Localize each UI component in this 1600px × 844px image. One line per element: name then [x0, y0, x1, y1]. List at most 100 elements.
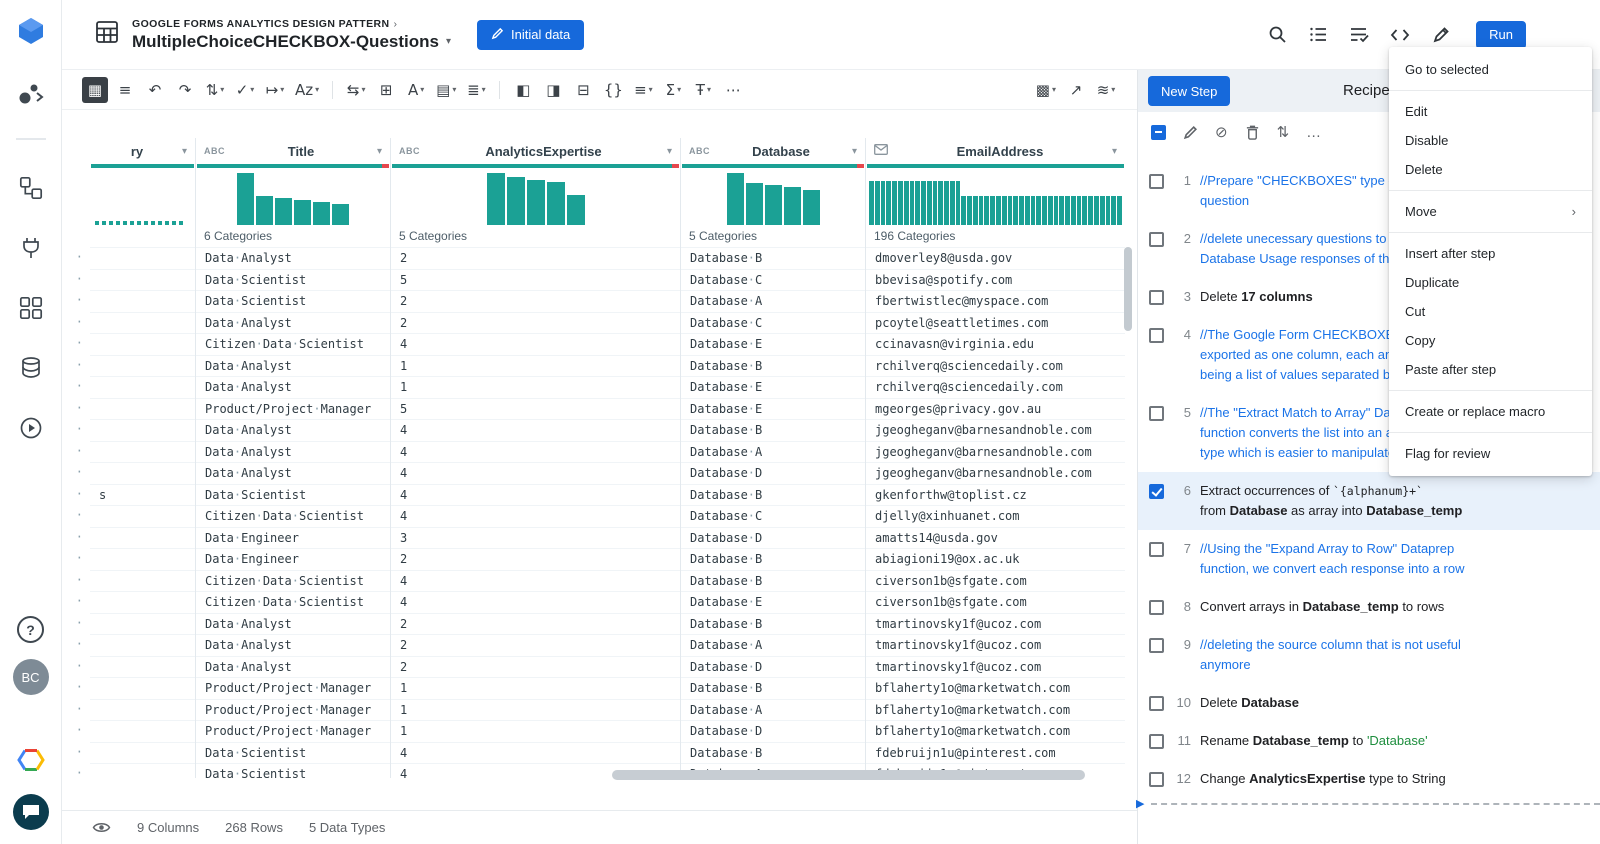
menu-item-cut[interactable]: Cut	[1389, 297, 1592, 326]
grid-cell[interactable]: Product/Project·Manager	[196, 398, 390, 420]
menu-item-flag-for-review[interactable]: Flag for review	[1389, 439, 1592, 468]
menu-item-go-to-selected[interactable]: Go to selected	[1389, 55, 1592, 84]
flow-builder-icon[interactable]	[19, 176, 43, 200]
horizontal-scrollbar-thumb[interactable]	[612, 770, 1085, 780]
grid-cell[interactable]: civerson1b@sfgate.com	[866, 591, 1125, 613]
grid-cell[interactable]: Database·B	[681, 419, 865, 441]
tool-filter[interactable]: ≡▾	[630, 77, 656, 103]
grid-cell[interactable]	[90, 441, 195, 463]
grid-cell[interactable]: 1	[391, 677, 680, 699]
column-menu-chevron-icon[interactable]: ▾	[852, 146, 857, 157]
grid-cell[interactable]: Citizen·Data·Scientist	[196, 591, 390, 613]
grid-cell[interactable]: pcoytel@seattletimes.com	[866, 312, 1125, 334]
step-checkbox[interactable]	[1149, 734, 1164, 749]
step-checkbox[interactable]	[1149, 174, 1164, 189]
grid-cell[interactable]	[90, 247, 195, 269]
grid-cell[interactable]: Data·Analyst	[196, 656, 390, 678]
grid-cell[interactable]: Database·C	[681, 312, 865, 334]
column-histogram[interactable]	[866, 168, 1125, 225]
grid-cell[interactable]	[90, 527, 195, 549]
grid-cell[interactable]	[90, 376, 195, 398]
grid-cell[interactable]: tmartinovsky1f@ucoz.com	[866, 613, 1125, 635]
grid-cell[interactable]: 2	[391, 548, 680, 570]
menu-item-paste-after-step[interactable]: Paste after step	[1389, 355, 1592, 384]
grid-cell[interactable]	[90, 634, 195, 656]
grid-cell[interactable]: rchilverq@sciencedaily.com	[866, 376, 1125, 398]
column-histogram[interactable]	[681, 168, 865, 225]
step-checkbox[interactable]	[1149, 600, 1164, 615]
grid-cell[interactable]: Database·A	[681, 699, 865, 721]
menu-item-disable[interactable]: Disable	[1389, 126, 1592, 155]
title-dropdown-icon[interactable]: ▾	[446, 36, 451, 47]
recipe-check-icon[interactable]	[1348, 24, 1370, 46]
column-header[interactable]: ABCAnalyticsExpertise▾5 Categories	[391, 138, 680, 247]
tool-view-settings[interactable]: ≋▾	[1093, 77, 1119, 103]
grid-cell[interactable]	[90, 720, 195, 742]
grid-cell[interactable]: amatts14@usda.gov	[866, 527, 1125, 549]
grid-cell[interactable]: Citizen·Data·Scientist	[196, 333, 390, 355]
grid-cell[interactable]: Database·E	[681, 398, 865, 420]
grid-cell[interactable]: Database·C	[681, 269, 865, 291]
grid-cell[interactable]: Database·E	[681, 376, 865, 398]
menu-item-move[interactable]: Move›	[1389, 197, 1592, 226]
tool-expand[interactable]: ⊞	[373, 77, 399, 103]
styler-icon[interactable]	[1430, 24, 1452, 46]
grid-cell[interactable]: rchilverq@sciencedaily.com	[866, 355, 1125, 377]
recipe-step-10[interactable]: 10Delete Database	[1138, 684, 1600, 722]
grid-cell[interactable]: Database·B	[681, 613, 865, 635]
step-checkbox[interactable]	[1149, 638, 1164, 653]
breadcrumb[interactable]: GOOGLE FORMS ANALYTICS DESIGN PATTERN›	[132, 18, 451, 30]
column-header[interactable]: ABCTitle▾6 Categories	[196, 138, 390, 247]
grid-cell[interactable]: Data·Analyst	[196, 462, 390, 484]
column-menu-chevron-icon[interactable]: ▾	[1112, 146, 1117, 157]
run-button[interactable]: Run	[1476, 21, 1526, 49]
grid-cell[interactable]: djelly@xinhuanet.com	[866, 505, 1125, 527]
tool-list-view[interactable]: ≡	[112, 77, 138, 103]
jobs-icon[interactable]	[19, 416, 43, 440]
grid-cell[interactable]: bflaherty1o@marketwatch.com	[866, 677, 1125, 699]
grid-cell[interactable]: gkenforthw@toplist.cz	[866, 484, 1125, 506]
grid-cell[interactable]	[90, 312, 195, 334]
tool-pivot[interactable]: Ŧ▾	[690, 77, 716, 103]
tool-redo[interactable]: ↷	[172, 77, 198, 103]
grid-cell[interactable]: Data·Analyst	[196, 355, 390, 377]
grid-cell[interactable]: 1	[391, 699, 680, 721]
grid-cell[interactable]	[90, 570, 195, 592]
grid-cell[interactable]: Data·Analyst	[196, 634, 390, 656]
recipe-step-8[interactable]: 8Convert arrays in Database_temp to rows	[1138, 588, 1600, 626]
menu-item-insert-after-step[interactable]: Insert after step	[1389, 239, 1592, 268]
grid-cell[interactable]: Product/Project·Manager	[196, 677, 390, 699]
tool-more[interactable]: ⋯	[720, 77, 746, 103]
recipe-step-6[interactable]: 6Extract occurrences of `{alphanum}+`fro…	[1138, 472, 1600, 530]
reorder-steps-icon[interactable]: ⇅	[1277, 123, 1290, 141]
recipe-step-9[interactable]: 9//deleting the source column that is no…	[1138, 626, 1600, 684]
tool-dates[interactable]: ▤▾	[433, 77, 459, 103]
grid-cell[interactable]: Data·Engineer	[196, 527, 390, 549]
column-menu-chevron-icon[interactable]: ▾	[182, 146, 187, 157]
column-histogram[interactable]	[196, 168, 390, 225]
menu-item-edit[interactable]: Edit	[1389, 97, 1592, 126]
column-header[interactable]: EmailAddress▾196 Categories	[866, 138, 1125, 247]
tool-split-columns[interactable]: ◧	[510, 77, 536, 103]
grid-cell[interactable]: jgeogheganv@barnesandnoble.com	[866, 462, 1125, 484]
grid-cell[interactable]: 1	[391, 720, 680, 742]
grid-cell[interactable]	[90, 290, 195, 312]
grid-cell[interactable]: s	[90, 484, 195, 506]
tool-join-columns[interactable]: ◨	[540, 77, 566, 103]
grid-cell[interactable]: bbevisa@spotify.com	[866, 269, 1125, 291]
more-actions-icon[interactable]: …	[1306, 124, 1321, 141]
grid-cell[interactable]	[90, 591, 195, 613]
grid-cell[interactable]: Database·C	[681, 505, 865, 527]
tool-highlight[interactable]: ▩▾	[1033, 77, 1059, 103]
grid-cell[interactable]: dmoverley8@usda.gov	[866, 247, 1125, 269]
grid-cell[interactable]	[90, 419, 195, 441]
grid-cell[interactable]	[90, 656, 195, 678]
grid-cell[interactable]	[90, 699, 195, 721]
grid-cell[interactable]: Database·E	[681, 591, 865, 613]
grid-cell[interactable]: 2	[391, 247, 680, 269]
vertical-scrollbar[interactable]	[1124, 247, 1132, 331]
grid-cell[interactable]	[90, 462, 195, 484]
initial-data-button[interactable]: Initial data	[477, 20, 584, 50]
grid-cell[interactable]: 4	[391, 505, 680, 527]
recipe-step-11[interactable]: 11Rename Database_temp to 'Database'	[1138, 722, 1600, 760]
